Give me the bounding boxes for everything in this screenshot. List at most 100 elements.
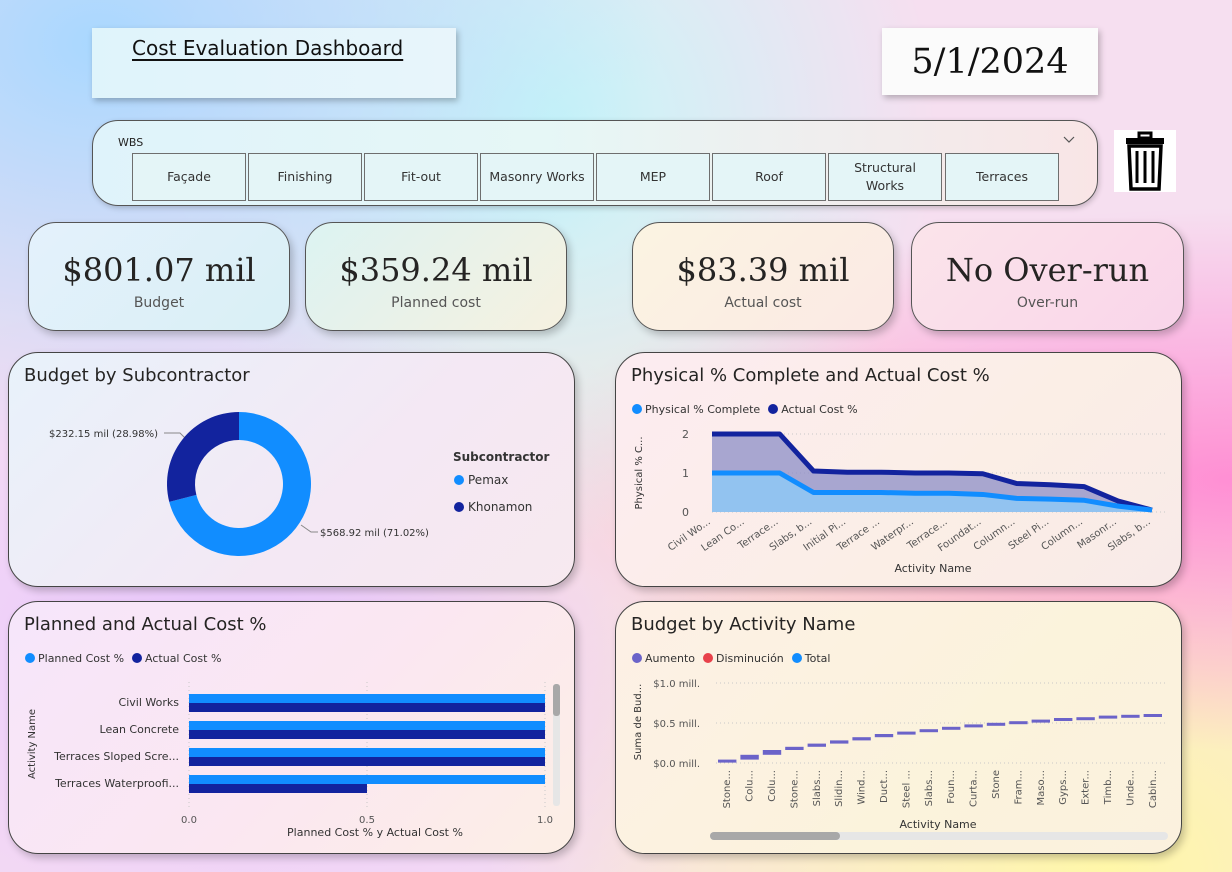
donut-chart[interactable]: Subcontractor Pemax Khonamon $232.15 mil… [9, 353, 574, 586]
waterfall-bar[interactable] [1076, 717, 1095, 721]
x-tick-label: Fram... [1013, 770, 1024, 805]
waterfall-bar[interactable] [1121, 714, 1140, 718]
x-tick-label: Colu... [745, 770, 756, 802]
x-tick-label: Timb... [1103, 770, 1114, 805]
x-axis-label: Activity Name [899, 818, 976, 831]
x-tick-label: Duct... [879, 770, 890, 803]
waterfall-bar[interactable] [830, 740, 849, 744]
x-tick-label: Foun... [946, 770, 957, 804]
legend-dot-khonamon [454, 502, 464, 512]
waterfall-bar[interactable] [852, 737, 871, 741]
kpi-value: $359.24 mil [339, 251, 533, 289]
x-tick-label: 0.5 [359, 815, 375, 826]
waterfall-bar[interactable] [807, 743, 826, 747]
waterfall-bar[interactable] [762, 750, 782, 755]
kpi-label: Actual cost [724, 295, 802, 311]
waterfall-bar[interactable] [986, 722, 1006, 726]
y-axis-label: Physical % C... [634, 436, 645, 509]
clear-filters-button[interactable] [1114, 130, 1176, 192]
area-chart[interactable]: Physical % C... Activity Name 012Civil W… [616, 353, 1181, 586]
waterfall-bar[interactable] [1031, 719, 1050, 723]
bar-actual[interactable] [189, 703, 545, 712]
kpi-over-run: No Over-run Over-run [911, 222, 1184, 331]
kpi-planned-cost: $359.24 mil Planned cost [305, 222, 567, 331]
bar-actual[interactable] [189, 730, 545, 739]
x-tick-label: Steel ... [901, 770, 912, 808]
leader-line [164, 432, 186, 439]
bar-actual[interactable] [189, 757, 545, 766]
x-tick-label: Cabin... [1148, 770, 1159, 808]
waterfall-bar[interactable] [964, 724, 983, 728]
waterfall-bar[interactable] [919, 729, 938, 733]
bar-chart[interactable]: Activity Name Planned Cost % y Actual Co… [9, 602, 574, 853]
waterfall-chart[interactable]: Suma de Bud... Activity Name $0.0 mill. $… [616, 602, 1181, 853]
waterfall-bar[interactable] [785, 746, 804, 750]
x-tick-label: 1.0 [537, 815, 553, 826]
waterfall-bar[interactable] [1009, 721, 1028, 725]
chevron-down-icon[interactable] [1063, 133, 1075, 145]
waterfall-bar[interactable] [897, 731, 916, 735]
x-tick-label: Stone... [722, 770, 733, 808]
y-tick-label: $0.5 mill. [653, 719, 700, 730]
kpi-value: $801.07 mil [62, 251, 256, 289]
y-tick-label: 0 [682, 506, 689, 519]
scrollbar-thumb[interactable] [553, 684, 560, 716]
bar-actual[interactable] [189, 784, 367, 793]
trash-icon [1126, 131, 1164, 191]
waterfall-bar[interactable] [740, 754, 759, 760]
x-tick-label: Stone... [789, 770, 800, 808]
waterfall-bar[interactable] [1098, 715, 1118, 719]
x-axis-label: Activity Name [894, 562, 971, 575]
slicer-item-roof[interactable]: Roof [712, 153, 826, 201]
bar-planned[interactable] [189, 775, 545, 784]
y-tick-label: $0.0 mill. [653, 759, 700, 770]
page-title: Cost Evaluation Dashboard [132, 36, 404, 60]
slicer-item-facade[interactable]: Façade [132, 153, 246, 201]
y-axis-label: Activity Name [27, 709, 38, 779]
x-tick-label: Wind... [857, 770, 868, 805]
y-tick-label: Civil Works [119, 696, 180, 709]
y-tick-label: Terraces Sloped Scre... [53, 750, 179, 763]
bar-planned[interactable] [189, 748, 545, 757]
slicer-item-structural-works[interactable]: Structural Works [828, 153, 942, 201]
x-tick-label: 0.0 [181, 815, 197, 826]
waterfall-bar[interactable] [874, 734, 894, 738]
x-tick-label: Exter... [1081, 770, 1092, 805]
y-tick-label: $1.0 mill. [653, 679, 700, 690]
budget-by-subcontractor-card: Budget by Subcontractor Subcontractor Pe… [8, 352, 575, 587]
legend-dot-pemax [454, 475, 464, 485]
data-label-pemax: $568.92 mil (71.02%) [320, 528, 429, 539]
bar-planned[interactable] [189, 721, 545, 730]
x-axis-label: Planned Cost % y Actual Cost % [287, 826, 463, 839]
kpi-actual-cost: $83.39 mil Actual cost [632, 222, 894, 331]
slicer-item-terraces[interactable]: Terraces [945, 153, 1059, 201]
donut-slice-khonamon[interactable] [166, 412, 239, 502]
x-tick-label: Gyps... [1058, 770, 1069, 805]
slicer-item-fit-out[interactable]: Fit-out [364, 153, 478, 201]
scrollbar-thumb[interactable] [710, 832, 840, 840]
legend-label-khonamon[interactable]: Khonamon [468, 500, 532, 514]
y-tick-label: Lean Concrete [100, 723, 180, 736]
slicer-label: WBS [118, 136, 144, 149]
x-tick-label: Unde... [1125, 770, 1136, 806]
waterfall-bar[interactable] [1143, 714, 1162, 717]
waterfall-bar[interactable] [942, 726, 961, 730]
kpi-label: Budget [133, 295, 185, 311]
x-tick-label: Slabs... [924, 770, 935, 806]
legend-title: Subcontractor [453, 450, 550, 464]
leader-line [300, 524, 318, 533]
y-tick-label: 2 [682, 428, 689, 441]
x-tick-label: Curta... [969, 770, 980, 807]
waterfall-bar[interactable] [1054, 718, 1073, 721]
y-axis-label: Suma de Bud... [633, 684, 644, 761]
bar-planned[interactable] [189, 694, 545, 703]
x-tick-label: Colu... [767, 770, 778, 802]
waterfall-bar[interactable] [718, 759, 737, 763]
slicer-item-finishing[interactable]: Finishing [248, 153, 362, 201]
physical-complete-card: Physical % Complete and Actual Cost % Ph… [615, 352, 1182, 587]
y-tick-label: Terraces Waterproofi... [54, 777, 179, 790]
title-box: Cost Evaluation Dashboard [92, 28, 456, 98]
legend-label-pemax[interactable]: Pemax [468, 473, 508, 487]
slicer-item-mep[interactable]: MEP [596, 153, 710, 201]
slicer-item-masonry-works[interactable]: Masonry Works [480, 153, 594, 201]
